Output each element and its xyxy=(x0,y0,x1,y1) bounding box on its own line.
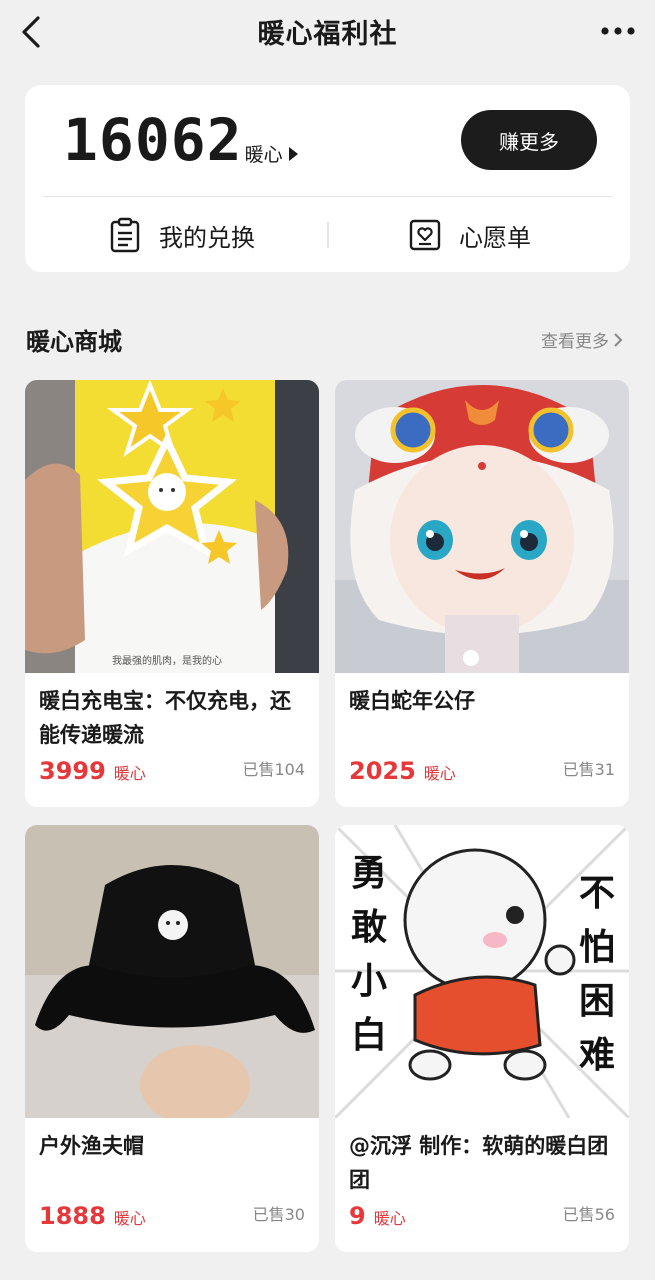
points-balance[interactable]: 16062 暖心 xyxy=(63,109,298,171)
see-more-link[interactable]: 查看更多 xyxy=(541,327,623,352)
product-card[interactable]: 我最强的肌肉，是我的心 暖白充电宝：不仅充电，还能传递暖流 3999 暖心 已售… xyxy=(25,380,319,807)
see-more-label: 查看更多 xyxy=(541,332,609,352)
price-unit: 暖心 xyxy=(423,764,456,783)
divider xyxy=(327,222,329,248)
product-title: 暖白蛇年公仔 xyxy=(349,689,475,713)
product-title: 户外渔夫帽 xyxy=(39,1134,144,1158)
sold-count: 已售104 xyxy=(242,760,305,779)
balance-card: 16062 暖心 赚更多 我的兑换 心愿单 xyxy=(25,85,630,272)
top-nav-bar: 暖心福利社 xyxy=(0,0,655,66)
price-value: 2025 xyxy=(349,757,416,785)
wishlist-button[interactable]: 心愿单 xyxy=(409,213,531,257)
earn-more-button[interactable]: 赚更多 xyxy=(461,110,597,170)
ellipsis-icon[interactable] xyxy=(597,16,639,46)
price: 1888 暖心 xyxy=(39,1202,146,1230)
price-value: 3999 xyxy=(39,757,106,785)
points-unit: 暖心 xyxy=(244,144,283,166)
product-image-bucket-hat xyxy=(25,825,319,1118)
sold-count: 已售31 xyxy=(562,760,615,779)
chevron-right-icon xyxy=(614,332,623,347)
price-value: 9 xyxy=(349,1202,366,1230)
points-value: 16062 xyxy=(63,106,243,174)
product-title: 暖白充电宝：不仅充电，还能传递暖流 xyxy=(39,689,291,747)
product-card[interactable]: 勇敢小白 不怕困难 @沉浮 制作：软萌的暖白团团 9 暖心 已售56 xyxy=(335,825,629,1252)
product-image-power-bank: 我最强的肌肉，是我的心 xyxy=(25,380,319,673)
divider xyxy=(43,196,612,197)
clipboard-icon xyxy=(110,217,140,253)
section-title: 暖心商城 xyxy=(26,328,122,356)
price: 9 暖心 xyxy=(349,1202,406,1230)
page-title: 暖心福利社 xyxy=(257,19,398,50)
product-card[interactable]: 暖白蛇年公仔 2025 暖心 已售31 xyxy=(335,380,629,807)
heart-box-icon xyxy=(409,219,441,251)
sold-count: 已售56 xyxy=(562,1205,615,1224)
price-value: 1888 xyxy=(39,1202,106,1230)
price-unit: 暖心 xyxy=(113,1209,146,1228)
price: 2025 暖心 xyxy=(349,757,456,785)
price: 3999 暖心 xyxy=(39,757,146,785)
product-image-sticker-pack: 勇敢小白 不怕困难 xyxy=(335,825,629,1118)
my-exchange-button[interactable]: 我的兑换 xyxy=(109,213,255,257)
wishlist-label: 心愿单 xyxy=(459,223,531,252)
price-unit: 暖心 xyxy=(113,764,146,783)
product-title: @沉浮 制作：软萌的暖白团团 xyxy=(349,1134,609,1192)
price-unit: 暖心 xyxy=(373,1209,406,1228)
caret-right-icon xyxy=(288,147,298,161)
product-image-caption: 我最强的肌肉，是我的心 xyxy=(112,654,222,667)
my-exchange-label: 我的兑换 xyxy=(159,223,255,252)
sold-count: 已售30 xyxy=(252,1205,305,1224)
product-image-plush-doll xyxy=(335,380,629,673)
product-card[interactable]: 户外渔夫帽 1888 暖心 已售30 xyxy=(25,825,319,1252)
